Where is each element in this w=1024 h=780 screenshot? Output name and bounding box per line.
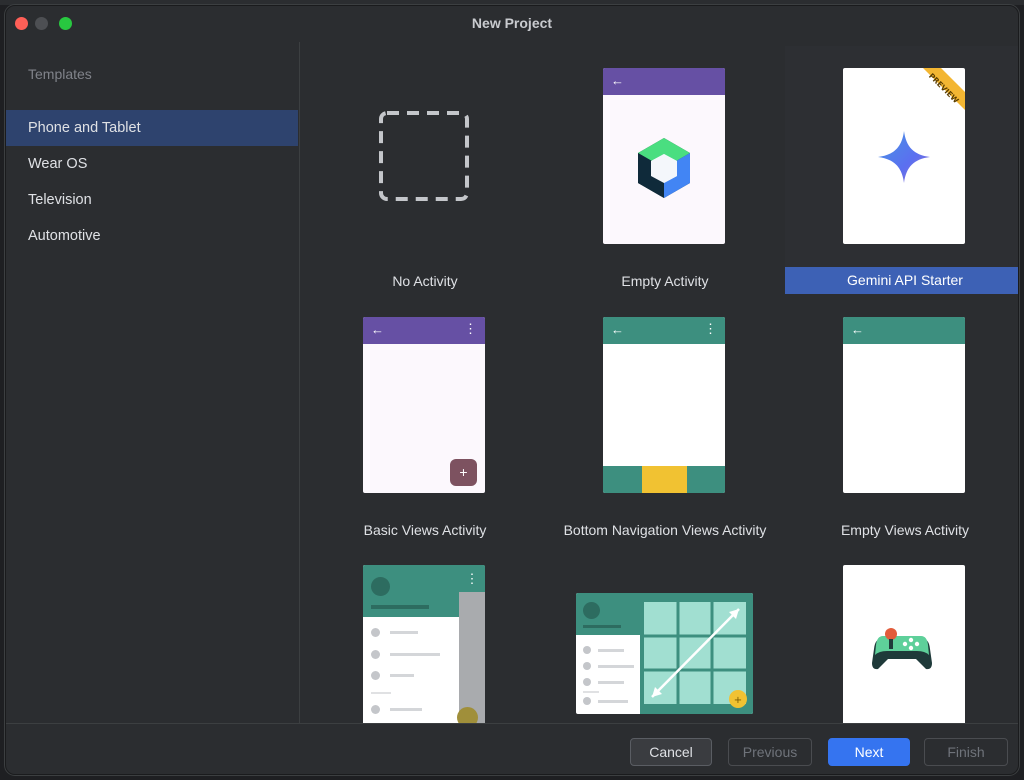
- sidebar-item-television[interactable]: Television: [6, 182, 298, 218]
- title-bar: New Project: [6, 6, 1018, 42]
- template-label: Basic Views Activity: [363, 522, 487, 538]
- finish-button[interactable]: Finish: [924, 738, 1008, 766]
- template-gallery: No Activity ← Empty Activity PREVIEW Gem…: [301, 42, 1018, 723]
- dialog-footer: Cancel Previous Next Finish: [6, 723, 1018, 774]
- list-pane-header: [576, 593, 640, 635]
- template-label: Empty Views Activity: [840, 522, 970, 538]
- phone-preview: [843, 565, 965, 723]
- template-label: No Activity: [392, 273, 458, 289]
- avatar: [371, 577, 390, 596]
- template-game-activity[interactable]: [785, 548, 1018, 723]
- template-gemini-api-starter[interactable]: PREVIEW Gemini API Starter: [785, 46, 1018, 294]
- app-bar: ←: [603, 68, 725, 95]
- template-navigation-drawer-views-activity[interactable]: ⋮: [305, 548, 545, 723]
- fab-add-icon: [457, 707, 478, 723]
- template-basic-views-activity[interactable]: ← ⋮ + Basic Views Activity: [305, 298, 545, 548]
- phone-preview: ←: [603, 68, 725, 244]
- bottom-navigation-bar: [603, 466, 725, 493]
- template-label: Empty Activity: [621, 273, 709, 289]
- app-bar: ← ⋮: [603, 317, 725, 344]
- previous-button[interactable]: Previous: [728, 738, 812, 766]
- next-button[interactable]: Next: [828, 738, 910, 766]
- phone-preview: ← ⋮: [603, 317, 725, 493]
- app-bar: ←: [843, 317, 965, 344]
- phone-preview: ←: [843, 317, 965, 493]
- bottom-nav-selected-item: [642, 466, 687, 493]
- templates-sidebar: Templates Phone and Tablet Wear OS Telev…: [6, 42, 300, 723]
- back-arrow-icon: ←: [611, 322, 624, 337]
- sidebar-item-automotive[interactable]: Automotive: [6, 218, 298, 254]
- gemini-sparkle-icon: [878, 131, 930, 183]
- app-bar: ← ⋮: [363, 317, 485, 344]
- sidebar-item-wear-os[interactable]: Wear OS: [6, 146, 298, 182]
- template-label: Gemini API Starter: [785, 267, 1018, 294]
- drawer-header: [363, 565, 459, 617]
- svg-text:+: +: [734, 695, 742, 706]
- compose-logo-icon: [638, 138, 690, 198]
- back-arrow-icon: ←: [611, 73, 624, 88]
- drawer-header-line: [371, 605, 429, 609]
- sidebar-header: Templates: [28, 66, 92, 82]
- back-arrow-icon: ←: [371, 322, 384, 337]
- template-empty-views-activity[interactable]: ← Empty Views Activity: [785, 298, 1018, 548]
- template-label: Bottom Navigation Views Activity: [563, 522, 767, 538]
- phone-preview: ← ⋮ +: [363, 317, 485, 493]
- dashed-placeholder-icon: [379, 111, 469, 201]
- phone-preview: ⋮: [363, 565, 485, 723]
- template-empty-activity[interactable]: ← Empty Activity: [545, 42, 785, 292]
- overflow-menu-icon: ⋮: [704, 321, 717, 336]
- template-responsive-views-activity[interactable]: +: [545, 548, 785, 723]
- preview-ribbon: PREVIEW: [923, 68, 965, 110]
- game-controller-icon: [872, 628, 932, 670]
- overflow-menu-icon: ⋮: [459, 565, 485, 592]
- template-bottom-navigation-views-activity[interactable]: ← ⋮ Bottom Navigation Views Activity: [545, 298, 785, 548]
- tablet-preview: +: [576, 593, 753, 714]
- new-project-dialog: New Project Templates Phone and Tablet W…: [5, 5, 1019, 775]
- detail-pane: +: [640, 593, 753, 714]
- overflow-menu-icon: ⋮: [464, 321, 477, 336]
- phone-preview: PREVIEW: [843, 68, 965, 244]
- sidebar-item-phone-and-tablet[interactable]: Phone and Tablet: [6, 110, 298, 146]
- dialog-title: New Project: [471, 15, 553, 31]
- fab-add-icon: +: [450, 459, 477, 486]
- back-arrow-icon: ←: [851, 322, 864, 337]
- cancel-button[interactable]: Cancel: [630, 738, 712, 766]
- template-no-activity[interactable]: No Activity: [305, 42, 545, 292]
- navigation-drawer: [363, 565, 459, 723]
